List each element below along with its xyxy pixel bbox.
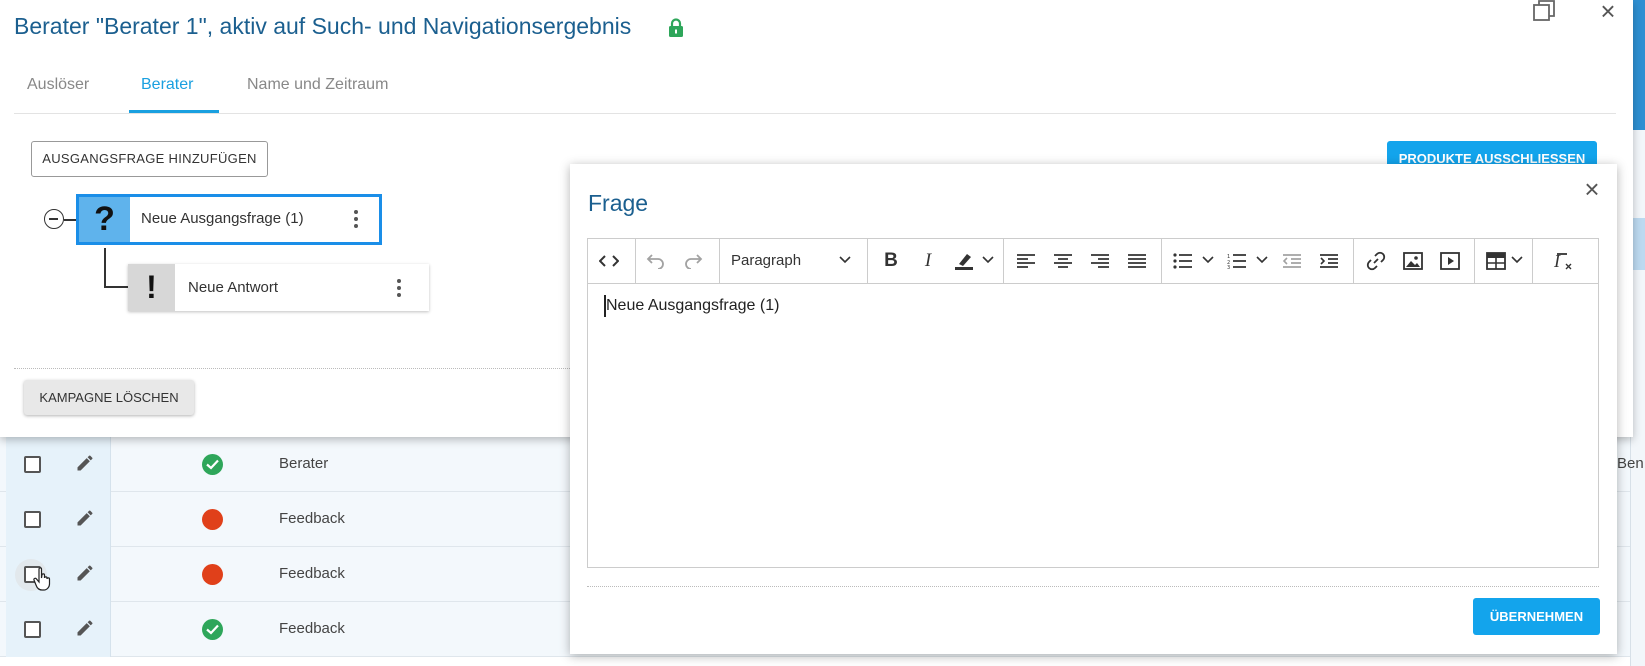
tree-connector bbox=[104, 286, 128, 288]
chevron-down-icon[interactable] bbox=[982, 256, 994, 264]
dialog-title: Berater "Berater 1", aktiv auf Such- und… bbox=[14, 13, 632, 39]
edit-icon[interactable] bbox=[75, 618, 95, 638]
row-type-label: Feedback bbox=[279, 510, 345, 527]
restore-window-icon[interactable] bbox=[1533, 0, 1555, 22]
align-justify-icon[interactable] bbox=[1122, 247, 1152, 275]
editor-content[interactable]: Neue Ausgangsfrage (1) bbox=[606, 297, 779, 315]
answer-node-label: Neue Antwort bbox=[188, 279, 279, 296]
apply-button[interactable]: ÜBERNEHMEN bbox=[1473, 598, 1600, 635]
row-action-cell bbox=[6, 602, 111, 657]
align-left-icon[interactable] bbox=[1011, 247, 1041, 275]
align-center-icon[interactable] bbox=[1048, 247, 1078, 275]
close-editor-button[interactable]: × bbox=[1580, 176, 1604, 202]
delete-campaign-button[interactable]: KAMPAGNE LÖSCHEN bbox=[24, 380, 194, 415]
row-action-cell bbox=[6, 437, 111, 492]
tree-connector bbox=[104, 248, 106, 287]
italic-icon[interactable]: I bbox=[913, 247, 943, 275]
tab-berater[interactable]: Berater bbox=[141, 76, 193, 94]
chevron-down-icon[interactable] bbox=[1202, 256, 1214, 264]
svg-text:3: 3 bbox=[1227, 265, 1230, 269]
redo-icon[interactable] bbox=[678, 247, 708, 275]
active-tab-indicator bbox=[129, 110, 219, 113]
row-type-label: Berater bbox=[279, 455, 329, 472]
chevron-down-icon bbox=[839, 256, 851, 264]
answer-node[interactable]: ! Neue Antwort bbox=[128, 264, 429, 311]
question-node[interactable]: ? Neue Ausgangsfrage (1) bbox=[76, 194, 382, 245]
exclamation-icon: ! bbox=[128, 264, 175, 311]
clear-format-icon[interactable]: I bbox=[1548, 247, 1578, 275]
indent-icon[interactable] bbox=[1314, 247, 1344, 275]
add-question-button[interactable]: AUSGANGSFRAGE HINZUFÜGEN bbox=[31, 141, 268, 177]
more-vert-icon[interactable] bbox=[390, 276, 408, 300]
source-code-icon[interactable] bbox=[594, 247, 624, 275]
close-dialog-button[interactable]: × bbox=[1596, 0, 1620, 24]
outdent-icon[interactable] bbox=[1277, 247, 1307, 275]
more-vert-icon[interactable] bbox=[347, 207, 365, 231]
tab-name-und-zeitraum[interactable]: Name und Zeitraum bbox=[247, 76, 388, 94]
chevron-down-icon[interactable] bbox=[1256, 256, 1268, 264]
tab-ausloeser[interactable]: Auslöser bbox=[27, 76, 89, 94]
block-format-select[interactable]: Paragraph bbox=[719, 247, 859, 275]
row-checkbox[interactable] bbox=[24, 511, 41, 528]
bold-icon[interactable]: B bbox=[876, 247, 906, 275]
row-type-label: Feedback bbox=[279, 565, 345, 582]
edit-icon[interactable] bbox=[75, 508, 95, 528]
status-ok-icon bbox=[202, 454, 223, 475]
edit-icon[interactable] bbox=[75, 453, 95, 473]
collapse-icon[interactable] bbox=[44, 209, 64, 229]
row-tail-text: Ben bbox=[1617, 455, 1644, 472]
hand-cursor-icon bbox=[33, 567, 51, 591]
undo-icon[interactable] bbox=[641, 247, 671, 275]
tree-connector bbox=[64, 219, 76, 221]
editor-toolbar: Paragraph B I 1 2 3 I bbox=[588, 239, 1598, 284]
tab-bar: Auslöser Berater Name und Zeitraum bbox=[14, 62, 1616, 114]
bullet-list-icon[interactable] bbox=[1168, 247, 1198, 275]
numbered-list-icon[interactable]: 123 bbox=[1222, 247, 1252, 275]
link-icon[interactable] bbox=[1361, 247, 1391, 275]
image-icon[interactable] bbox=[1398, 247, 1428, 275]
status-error-icon bbox=[202, 509, 223, 530]
row-type-label: Feedback bbox=[279, 620, 345, 637]
edit-icon[interactable] bbox=[75, 563, 95, 583]
chevron-down-icon[interactable] bbox=[1511, 256, 1523, 264]
row-checkbox[interactable] bbox=[24, 456, 41, 473]
highlight-icon[interactable] bbox=[949, 247, 979, 275]
question-mark-icon: ? bbox=[79, 197, 130, 242]
status-error-icon bbox=[202, 564, 223, 585]
question-node-label: Neue Ausgangsfrage (1) bbox=[141, 210, 304, 227]
row-action-cell bbox=[6, 492, 111, 547]
question-editor-title: Frage bbox=[588, 190, 649, 216]
media-icon[interactable] bbox=[1435, 247, 1465, 275]
row-checkbox[interactable] bbox=[24, 621, 41, 638]
lock-icon bbox=[669, 18, 683, 37]
divider bbox=[587, 586, 1599, 587]
status-ok-icon bbox=[202, 619, 223, 640]
align-right-icon[interactable] bbox=[1085, 247, 1115, 275]
block-format-value: Paragraph bbox=[731, 252, 802, 269]
divider bbox=[14, 368, 574, 369]
table-icon[interactable] bbox=[1481, 247, 1511, 275]
rich-text-editor[interactable]: Paragraph B I 1 2 3 I Neue Ausgangsfrage… bbox=[587, 238, 1599, 568]
question-editor-dialog: Frage × Paragraph B I 1 2 3 I Neue Ausga… bbox=[570, 164, 1617, 654]
